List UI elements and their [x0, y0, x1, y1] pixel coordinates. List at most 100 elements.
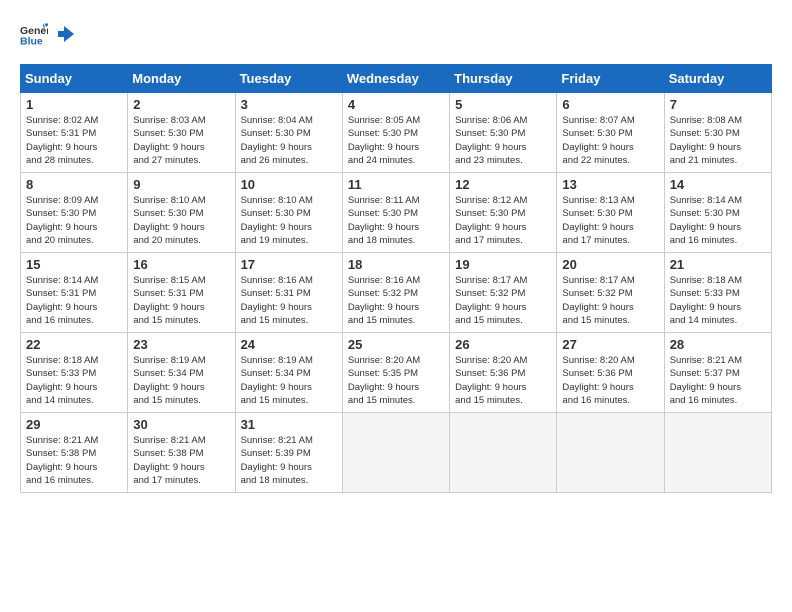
day-number: 19: [455, 257, 551, 272]
day-number: 31: [241, 417, 337, 432]
day-number: 12: [455, 177, 551, 192]
day-number: 8: [26, 177, 122, 192]
day-number: 30: [133, 417, 229, 432]
calendar-cell: [664, 413, 771, 493]
cell-content: Sunrise: 8:21 AMSunset: 5:38 PMDaylight:…: [133, 434, 229, 487]
cell-content: Sunrise: 8:21 AMSunset: 5:38 PMDaylight:…: [26, 434, 122, 487]
day-number: 15: [26, 257, 122, 272]
calendar-cell: 15 Sunrise: 8:14 AMSunset: 5:31 PMDayligh…: [21, 253, 128, 333]
calendar-cell: 8 Sunrise: 8:09 AMSunset: 5:30 PMDaylight…: [21, 173, 128, 253]
page-header: General Blue: [20, 20, 772, 48]
day-number: 7: [670, 97, 766, 112]
day-number: 25: [348, 337, 444, 352]
cell-content: Sunrise: 8:08 AMSunset: 5:30 PMDaylight:…: [670, 114, 766, 167]
calendar-cell: 6 Sunrise: 8:07 AMSunset: 5:30 PMDaylight…: [557, 93, 664, 173]
cell-content: Sunrise: 8:11 AMSunset: 5:30 PMDaylight:…: [348, 194, 444, 247]
day-number: 22: [26, 337, 122, 352]
weekday-header-friday: Friday: [557, 65, 664, 93]
calendar-cell: 10Sunrise: 8:10 AMSunset: 5:30 PMDayligh…: [235, 173, 342, 253]
calendar-cell: 27 Sunrise: 8:20 AMSunset: 5:36 PMDayligh…: [557, 333, 664, 413]
calendar-cell: 30 Sunrise: 8:21 AMSunset: 5:38 PMDayligh…: [128, 413, 235, 493]
calendar-cell: 18Sunrise: 8:16 AMSunset: 5:32 PMDayligh…: [342, 253, 449, 333]
cell-content: Sunrise: 8:20 AMSunset: 5:35 PMDaylight:…: [348, 354, 444, 407]
day-number: 1: [26, 97, 122, 112]
week-row-3: 15 Sunrise: 8:14 AMSunset: 5:31 PMDayligh…: [21, 253, 772, 333]
cell-content: Sunrise: 8:14 AMSunset: 5:30 PMDaylight:…: [670, 194, 766, 247]
calendar-cell: 19 Sunrise: 8:17 AMSunset: 5:32 PMDayligh…: [450, 253, 557, 333]
week-row-5: 29 Sunrise: 8:21 AMSunset: 5:38 PMDayligh…: [21, 413, 772, 493]
day-number: 20: [562, 257, 658, 272]
cell-content: Sunrise: 8:07 AMSunset: 5:30 PMDaylight:…: [562, 114, 658, 167]
calendar-cell: 5 Sunrise: 8:06 AMSunset: 5:30 PMDaylight…: [450, 93, 557, 173]
weekday-header-sunday: Sunday: [21, 65, 128, 93]
calendar-cell: 16Sunrise: 8:15 AMSunset: 5:31 PMDayligh…: [128, 253, 235, 333]
day-number: 9: [133, 177, 229, 192]
calendar-cell: 4Sunrise: 8:05 AMSunset: 5:30 PMDaylight…: [342, 93, 449, 173]
calendar-cell: 9 Sunrise: 8:10 AMSunset: 5:30 PMDaylight…: [128, 173, 235, 253]
cell-content: Sunrise: 8:16 AMSunset: 5:31 PMDaylight:…: [241, 274, 337, 327]
weekday-header-monday: Monday: [128, 65, 235, 93]
cell-content: Sunrise: 8:21 AMSunset: 5:37 PMDaylight:…: [670, 354, 766, 407]
weekday-header-row: SundayMondayTuesdayWednesdayThursdayFrid…: [21, 65, 772, 93]
calendar-cell: 28 Sunrise: 8:21 AMSunset: 5:37 PMDayligh…: [664, 333, 771, 413]
cell-content: Sunrise: 8:12 AMSunset: 5:30 PMDaylight:…: [455, 194, 551, 247]
cell-content: Sunrise: 8:18 AMSunset: 5:33 PMDaylight:…: [26, 354, 122, 407]
calendar-cell: 23Sunrise: 8:19 AMSunset: 5:34 PMDayligh…: [128, 333, 235, 413]
week-row-1: 1 Sunrise: 8:02 AMSunset: 5:31 PMDaylight…: [21, 93, 772, 173]
calendar-cell: 24 Sunrise: 8:19 AMSunset: 5:34 PMDayligh…: [235, 333, 342, 413]
cell-content: Sunrise: 8:06 AMSunset: 5:30 PMDaylight:…: [455, 114, 551, 167]
day-number: 14: [670, 177, 766, 192]
cell-content: Sunrise: 8:19 AMSunset: 5:34 PMDaylight:…: [241, 354, 337, 407]
day-number: 11: [348, 177, 444, 192]
cell-content: Sunrise: 8:18 AMSunset: 5:33 PMDaylight:…: [670, 274, 766, 327]
cell-content: Sunrise: 8:17 AMSunset: 5:32 PMDaylight:…: [455, 274, 551, 327]
calendar-table: SundayMondayTuesdayWednesdayThursdayFrid…: [20, 64, 772, 493]
day-number: 27: [562, 337, 658, 352]
day-number: 21: [670, 257, 766, 272]
day-number: 16: [133, 257, 229, 272]
calendar-cell: [450, 413, 557, 493]
cell-content: Sunrise: 8:19 AMSunset: 5:34 PMDaylight:…: [133, 354, 229, 407]
day-number: 28: [670, 337, 766, 352]
weekday-header-saturday: Saturday: [664, 65, 771, 93]
day-number: 18: [348, 257, 444, 272]
day-number: 29: [26, 417, 122, 432]
logo: General Blue: [20, 20, 76, 48]
week-row-4: 22 Sunrise: 8:18 AMSunset: 5:33 PMDayligh…: [21, 333, 772, 413]
cell-content: Sunrise: 8:02 AMSunset: 5:31 PMDaylight:…: [26, 114, 122, 167]
cell-content: Sunrise: 8:09 AMSunset: 5:30 PMDaylight:…: [26, 194, 122, 247]
weekday-header-tuesday: Tuesday: [235, 65, 342, 93]
calendar-cell: 3 Sunrise: 8:04 AMSunset: 5:30 PMDaylight…: [235, 93, 342, 173]
cell-content: Sunrise: 8:04 AMSunset: 5:30 PMDaylight:…: [241, 114, 337, 167]
weekday-header-wednesday: Wednesday: [342, 65, 449, 93]
day-number: 24: [241, 337, 337, 352]
calendar-cell: 20 Sunrise: 8:17 AMSunset: 5:32 PMDayligh…: [557, 253, 664, 333]
cell-content: Sunrise: 8:10 AMSunset: 5:30 PMDaylight:…: [241, 194, 337, 247]
calendar-cell: 26Sunrise: 8:20 AMSunset: 5:36 PMDayligh…: [450, 333, 557, 413]
day-number: 6: [562, 97, 658, 112]
calendar-cell: 31 Sunrise: 8:21 AMSunset: 5:39 PMDayligh…: [235, 413, 342, 493]
day-number: 13: [562, 177, 658, 192]
calendar-cell: 11 Sunrise: 8:11 AMSunset: 5:30 PMDayligh…: [342, 173, 449, 253]
calendar-cell: 12 Sunrise: 8:12 AMSunset: 5:30 PMDayligh…: [450, 173, 557, 253]
logo-arrow-icon: [56, 24, 76, 44]
day-number: 17: [241, 257, 337, 272]
weekday-header-thursday: Thursday: [450, 65, 557, 93]
week-row-2: 8 Sunrise: 8:09 AMSunset: 5:30 PMDaylight…: [21, 173, 772, 253]
cell-content: Sunrise: 8:17 AMSunset: 5:32 PMDaylight:…: [562, 274, 658, 327]
calendar-cell: [342, 413, 449, 493]
cell-content: Sunrise: 8:10 AMSunset: 5:30 PMDaylight:…: [133, 194, 229, 247]
calendar-cell: 22 Sunrise: 8:18 AMSunset: 5:33 PMDayligh…: [21, 333, 128, 413]
cell-content: Sunrise: 8:13 AMSunset: 5:30 PMDaylight:…: [562, 194, 658, 247]
cell-content: Sunrise: 8:14 AMSunset: 5:31 PMDaylight:…: [26, 274, 122, 327]
day-number: 5: [455, 97, 551, 112]
calendar-cell: 7 Sunrise: 8:08 AMSunset: 5:30 PMDaylight…: [664, 93, 771, 173]
day-number: 3: [241, 97, 337, 112]
calendar-cell: 2Sunrise: 8:03 AMSunset: 5:30 PMDaylight…: [128, 93, 235, 173]
calendar-cell: 21 Sunrise: 8:18 AMSunset: 5:33 PMDayligh…: [664, 253, 771, 333]
day-number: 4: [348, 97, 444, 112]
day-number: 26: [455, 337, 551, 352]
cell-content: Sunrise: 8:21 AMSunset: 5:39 PMDaylight:…: [241, 434, 337, 487]
calendar-cell: 29 Sunrise: 8:21 AMSunset: 5:38 PMDayligh…: [21, 413, 128, 493]
cell-content: Sunrise: 8:20 AMSunset: 5:36 PMDaylight:…: [562, 354, 658, 407]
